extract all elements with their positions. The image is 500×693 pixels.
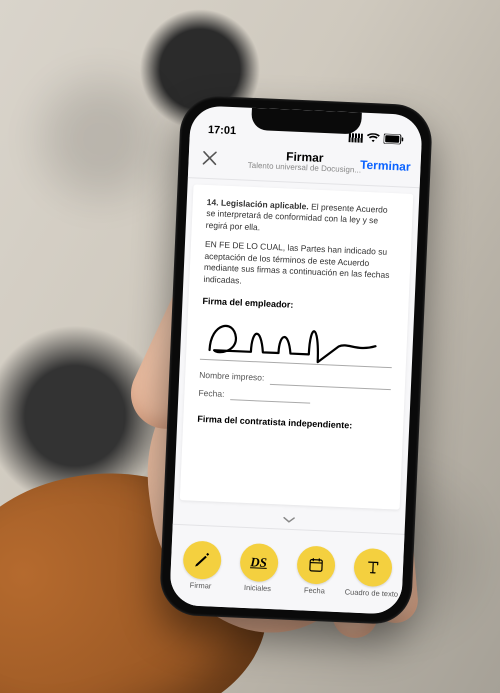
date-button[interactable] [296, 545, 336, 585]
textbox-label: Cuadro de texto [345, 588, 399, 598]
initials-label: Iniciales [244, 584, 271, 593]
date-tool-label: Fecha [304, 586, 325, 594]
phone-frame: 17:01 Firmar Talento [159, 95, 433, 625]
date-label: Fecha: [198, 388, 224, 401]
printed-name-label: Nombre impreso: [199, 370, 265, 384]
printed-name-line [270, 374, 391, 390]
initials-button[interactable]: DS [239, 543, 279, 583]
date-field[interactable]: Fecha: [198, 388, 390, 408]
sign-label: Firmar [190, 581, 212, 589]
signing-toolbar: Firmar DS Iniciales Fecha [169, 524, 404, 615]
close-icon [202, 151, 217, 166]
close-button[interactable] [198, 147, 221, 170]
tool-initials[interactable]: DS Iniciales [229, 542, 288, 593]
employer-signature-field[interactable] [200, 311, 394, 368]
pen-icon [192, 550, 211, 569]
tool-sign[interactable]: Firmar [172, 540, 231, 591]
witness-paragraph: EN FE DE LO CUAL, las Partes han indicad… [203, 239, 397, 293]
chevron-down-icon [282, 515, 296, 526]
text-icon [363, 558, 382, 577]
clause-paragraph: 14. Legislación aplicable. El presente A… [206, 197, 399, 240]
background-scene: 17:01 Firmar Talento [0, 0, 500, 693]
document-body[interactable]: 14. Legislación aplicable. El presente A… [180, 184, 414, 509]
finish-button[interactable]: Terminar [360, 158, 411, 174]
signature-glyph [200, 313, 386, 367]
sign-button[interactable] [182, 540, 222, 580]
date-line [230, 390, 310, 404]
initials-icon: DS [250, 554, 267, 571]
wifi-icon [367, 133, 380, 144]
printed-name-field[interactable]: Nombre impreso: [199, 370, 391, 390]
status-indicators [349, 132, 404, 144]
calendar-icon [306, 555, 325, 574]
phone-screen: 17:01 Firmar Talento [169, 105, 423, 615]
cellular-signal-icon [349, 133, 363, 143]
contractor-signature-label: Firma del contratista independiente: [197, 413, 389, 434]
status-time: 17:01 [208, 124, 237, 137]
tool-date[interactable]: Fecha [286, 545, 345, 596]
textbox-button[interactable] [353, 547, 393, 587]
battery-icon [384, 134, 404, 145]
nav-header: Firmar Talento universal de Docusign... … [188, 137, 422, 188]
tool-textbox[interactable]: Cuadro de texto [343, 547, 402, 598]
